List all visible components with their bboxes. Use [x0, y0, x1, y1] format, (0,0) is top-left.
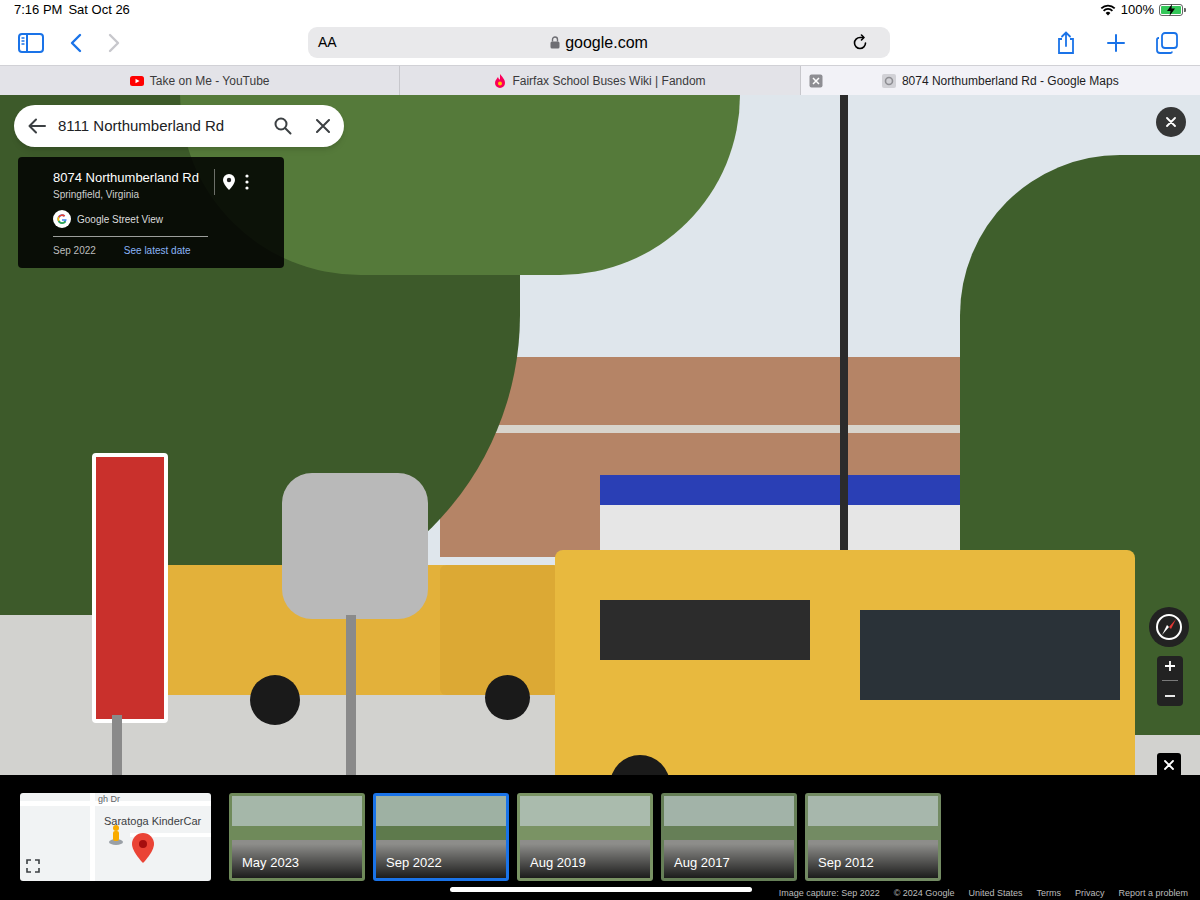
fullscreen-icon[interactable] — [26, 859, 40, 873]
timeline-item[interactable]: May 2023 — [229, 793, 365, 881]
place-card: 8074 Northumberland Rd Springfield, Virg… — [18, 157, 284, 268]
new-tab-icon[interactable] — [1106, 33, 1126, 53]
home-indicator — [450, 887, 752, 892]
back-arrow-icon[interactable] — [28, 118, 46, 134]
timeline-label: Sep 2022 — [386, 853, 442, 873]
zoom-controls — [1157, 656, 1183, 706]
search-box[interactable]: 8111 Northumberland Rd — [14, 105, 344, 147]
timeline: May 2023 Sep 2022 Aug 2019 Aug 2017 Sep 2012 — [229, 793, 941, 881]
address-bar[interactable]: AA google.com — [308, 27, 890, 58]
footer-link[interactable]: United States — [968, 887, 1022, 899]
location-pin-icon — [132, 833, 154, 863]
source-label: Google Street View — [77, 212, 163, 227]
capture-date: Sep 2022 — [53, 243, 96, 258]
share-icon[interactable] — [1056, 31, 1076, 55]
status-bar: 7:16 PM Sat Oct 26 100% — [0, 0, 1200, 20]
address-text: google.com — [565, 31, 648, 55]
clear-icon[interactable] — [316, 119, 330, 133]
battery-icon — [1159, 4, 1186, 16]
tab-label: Take on Me - YouTube — [150, 72, 270, 90]
date: Sat Oct 26 — [68, 0, 129, 20]
zoom-out-icon[interactable] — [1164, 690, 1176, 702]
tab-label: 8074 Northumberland Rd - Google Maps — [902, 72, 1119, 90]
close-icon — [1164, 760, 1174, 770]
street-view[interactable]: 8111 Northumberland Rd 8074 Northumberla… — [0, 95, 1200, 775]
footer: Image capture: Sep 2022 © 2024 Google Unit… — [779, 887, 1188, 899]
minimap[interactable]: gh Dr Saratoga KinderCar — [20, 793, 211, 881]
place-title: 8074 Northumberland Rd — [53, 169, 208, 187]
back-icon[interactable] — [70, 33, 82, 53]
tab[interactable]: 8074 Northumberland Rd - Google Maps — [800, 66, 1200, 95]
search-text[interactable]: 8111 Northumberland Rd — [58, 115, 262, 138]
search-icon[interactable] — [274, 117, 292, 135]
tab[interactable]: Fairfax School Buses Wiki | Fandom — [399, 66, 799, 95]
timeline-item[interactable]: Aug 2019 — [517, 793, 653, 881]
forward-icon — [108, 33, 120, 53]
place-subtitle: Springfield, Virginia — [53, 188, 208, 202]
timeline-label: Aug 2017 — [674, 853, 730, 873]
latest-date-link[interactable]: See latest date — [124, 243, 191, 258]
tabs-overview-icon[interactable] — [1156, 32, 1178, 54]
lock-icon — [550, 36, 560, 49]
youtube-icon — [130, 76, 144, 86]
sidebar-icon[interactable] — [18, 33, 44, 53]
footer-link: © 2024 Google — [894, 887, 955, 899]
tab-close-icon[interactable] — [809, 74, 823, 88]
fandom-icon — [494, 74, 506, 88]
toolbar: AA google.com — [0, 20, 1200, 65]
compass-icon — [1155, 613, 1183, 641]
pin-icon[interactable] — [223, 174, 235, 190]
clock: 7:16 PM — [14, 0, 62, 20]
timeline-strip: gh Dr Saratoga KinderCar May 2023 Sep 202… — [0, 775, 1200, 900]
pegman-icon — [108, 823, 124, 845]
tab-bar: Take on Me - YouTube Fairfax School Buses… — [0, 65, 1200, 95]
battery-percent: 100% — [1121, 0, 1154, 20]
timeline-item[interactable]: Aug 2017 — [661, 793, 797, 881]
minimap-road-label: gh Dr — [98, 793, 120, 807]
close-timeline-button[interactable] — [1157, 753, 1181, 777]
timeline-item[interactable]: Sep 2012 — [805, 793, 941, 881]
tab-label: Fairfax School Buses Wiki | Fandom — [512, 72, 705, 90]
more-options-icon[interactable] — [245, 174, 249, 190]
close-icon — [1166, 117, 1176, 127]
timeline-item[interactable]: Sep 2022 — [373, 793, 509, 881]
timeline-label: Sep 2012 — [818, 853, 874, 873]
timeline-label: Aug 2019 — [530, 853, 586, 873]
close-view-button[interactable] — [1156, 107, 1186, 137]
footer-link: Image capture: Sep 2022 — [779, 887, 880, 899]
maps-favicon-icon — [882, 74, 896, 88]
timeline-label: May 2023 — [242, 853, 299, 873]
reload-icon[interactable] — [840, 34, 880, 52]
footer-link[interactable]: Privacy — [1075, 887, 1105, 899]
footer-link[interactable]: Terms — [1036, 887, 1061, 899]
charging-bolt-icon — [1166, 4, 1176, 16]
zoom-in-icon[interactable] — [1164, 660, 1176, 672]
google-logo-icon — [53, 210, 71, 228]
footer-link[interactable]: Report a problem — [1118, 887, 1188, 899]
reader-button[interactable]: AA — [318, 32, 358, 53]
wifi-icon — [1100, 4, 1116, 16]
compass[interactable] — [1149, 607, 1189, 647]
tab[interactable]: Take on Me - YouTube — [0, 66, 399, 95]
